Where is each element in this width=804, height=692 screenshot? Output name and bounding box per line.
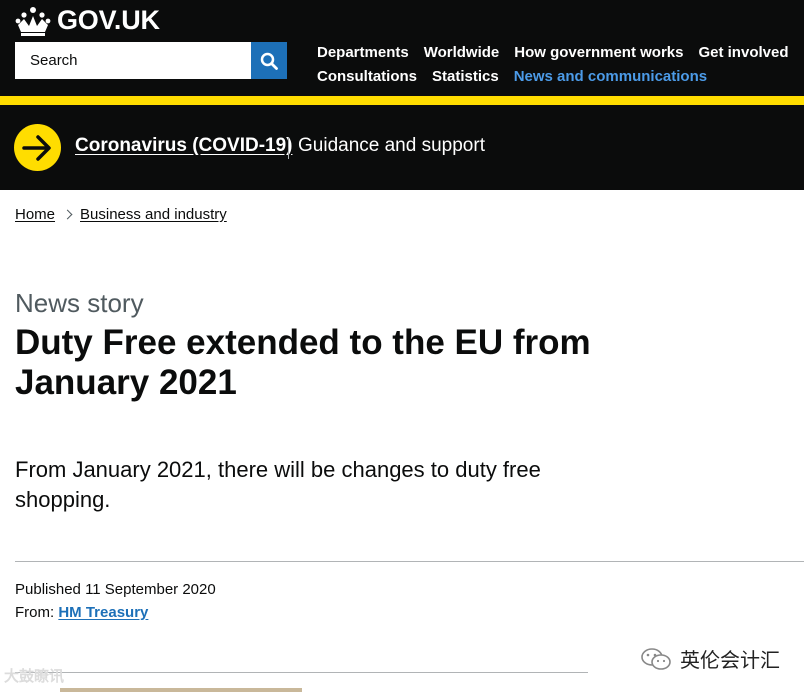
search-button[interactable] xyxy=(251,42,287,79)
search-input[interactable]: Search xyxy=(15,42,251,79)
breadcrumb: Home Business and industry xyxy=(15,206,227,223)
page-caption: News story xyxy=(15,288,144,318)
wechat-icon xyxy=(641,647,671,670)
publication-metadata: Published 11 September 2020 From: HM Tre… xyxy=(15,578,216,624)
search-icon xyxy=(260,52,278,70)
organisation-link[interactable]: HM Treasury xyxy=(58,604,148,621)
lead-paragraph: From January 2021, there will be changes… xyxy=(15,457,541,512)
watermark-left-text: 大鼓瞭讯 xyxy=(4,668,65,685)
yellow-divider xyxy=(0,96,804,105)
govuk-logo[interactable]: GOV.UK xyxy=(15,5,160,36)
crown-icon xyxy=(15,6,51,36)
guidance-text[interactable]: Guidance and support xyxy=(298,135,485,157)
watermark-left: 大鼓瞭讯 xyxy=(4,665,64,686)
from-line: From: HM Treasury xyxy=(15,601,216,624)
article-image xyxy=(60,688,302,692)
published-date: 11 September 2020 xyxy=(85,581,216,598)
published-line: Published 11 September 2020 xyxy=(15,578,216,601)
breadcrumb-business-and-industry[interactable]: Business and industry xyxy=(80,206,227,223)
metadata-divider xyxy=(15,561,804,562)
nav-row-2: Consultations Statistics News and commun… xyxy=(317,64,789,88)
coronavirus-banner: Coronavirus (COVID-19) Guidance and supp… xyxy=(0,105,804,190)
watermark-right: 英伦会计汇 xyxy=(640,644,780,673)
breadcrumb-home[interactable]: Home xyxy=(15,206,55,223)
nav-link-get-involved[interactable]: Get involved xyxy=(698,44,788,61)
main-navigation: Departments Worldwide How government wor… xyxy=(317,40,789,88)
nav-link-worldwide[interactable]: Worldwide xyxy=(424,44,500,61)
nav-row-1: Departments Worldwide How government wor… xyxy=(317,40,789,64)
coronavirus-link[interactable]: Coronavirus (COVID-19) xyxy=(75,135,292,157)
page-title: Duty Free extended to the EU from Januar… xyxy=(15,323,591,402)
from-label: From: xyxy=(15,604,55,621)
logo-text: GOV.UK xyxy=(57,5,160,35)
nav-link-how-government-works[interactable]: How government works xyxy=(514,44,683,61)
nav-link-news-and-communications[interactable]: News and communications xyxy=(514,68,707,85)
banner-separator xyxy=(288,137,289,159)
nav-link-statistics[interactable]: Statistics xyxy=(432,68,499,85)
watermark-right-text: 英伦会计汇 xyxy=(680,650,780,672)
published-label: Published xyxy=(15,581,81,598)
arrow-right-icon xyxy=(14,124,61,171)
nav-link-consultations[interactable]: Consultations xyxy=(317,68,417,85)
site-header: GOV.UK Search Departments Worldwide How … xyxy=(0,0,804,96)
chevron-right-icon xyxy=(62,209,73,220)
search-placeholder: Search xyxy=(30,52,78,69)
nav-link-departments[interactable]: Departments xyxy=(317,44,409,61)
content-divider xyxy=(15,672,588,673)
